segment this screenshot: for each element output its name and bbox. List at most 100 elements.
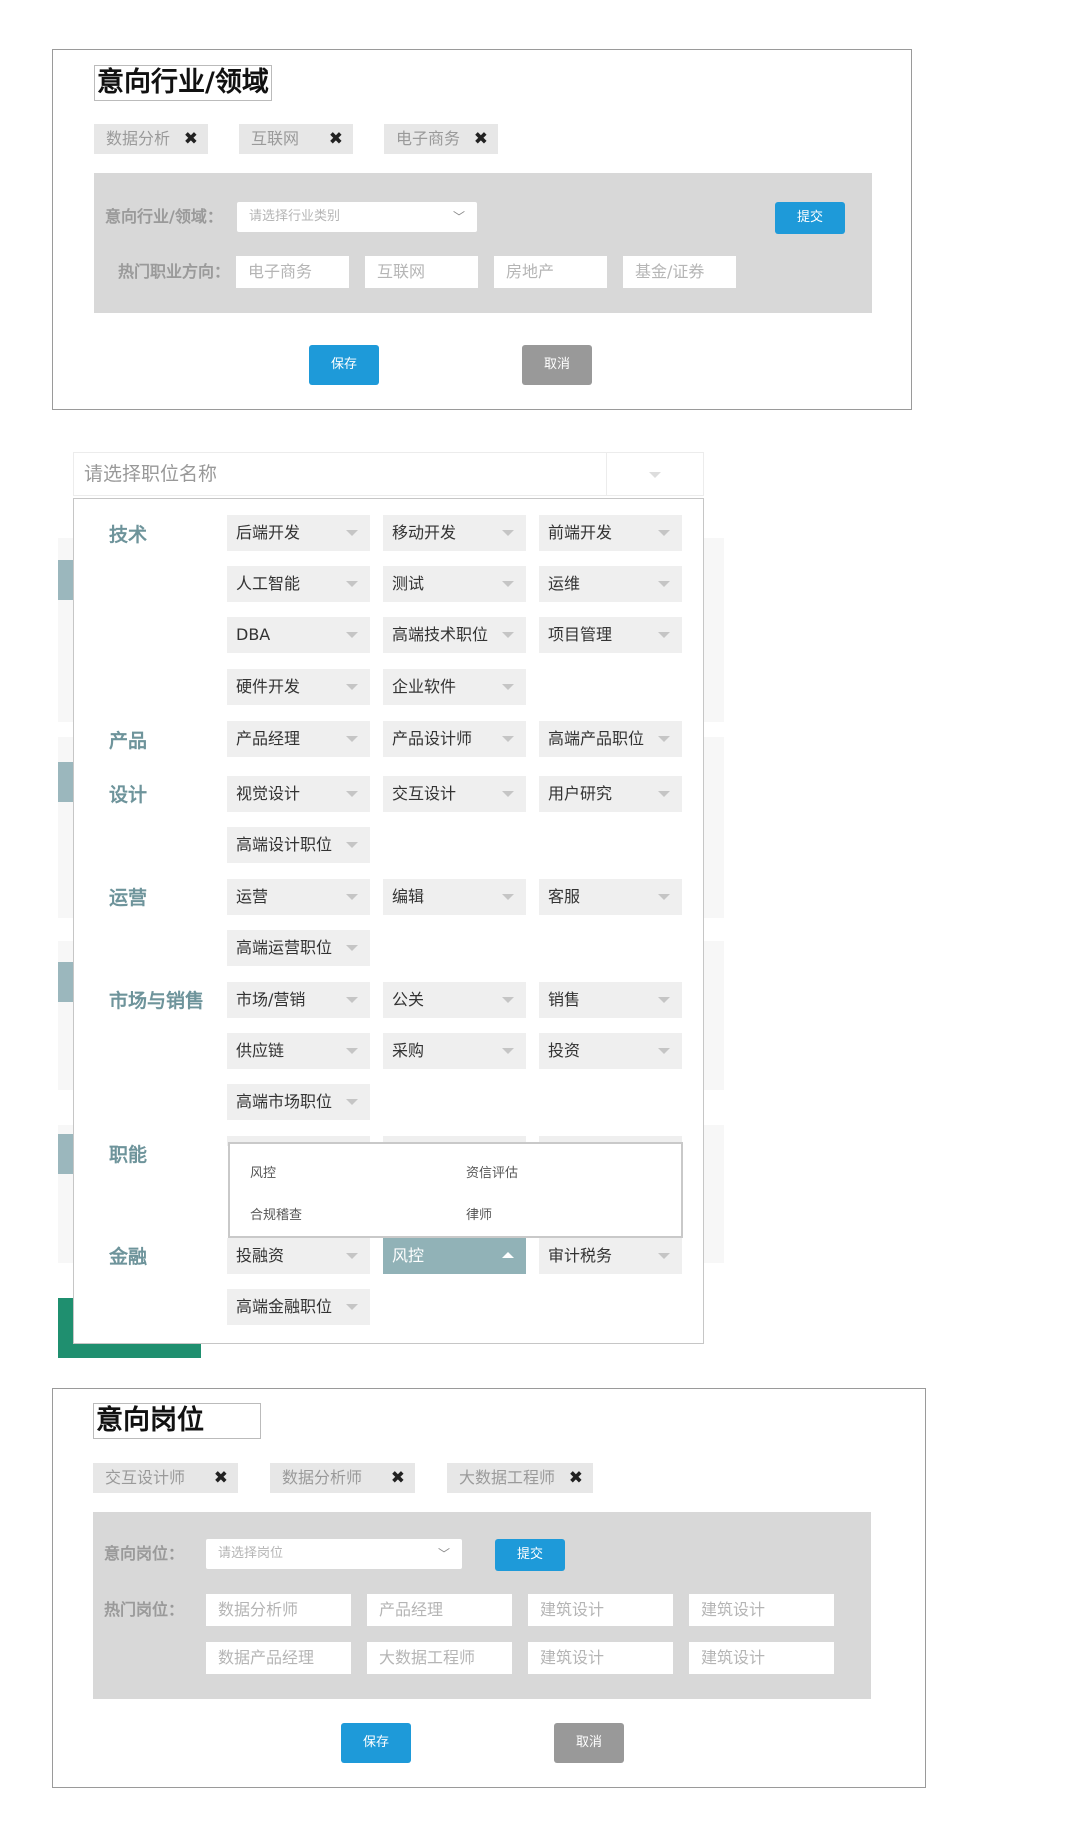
job-item-label: 高端技术职位 (392, 625, 489, 644)
category-finance[interactable]: 金融 (109, 1239, 147, 1275)
submenu-item[interactable]: 律师 (466, 1204, 492, 1223)
hot-position-chip[interactable]: 建筑设计 (689, 1642, 834, 1674)
job-item-active[interactable]: 风控 (383, 1238, 526, 1274)
category-tech[interactable]: 技术 (109, 517, 147, 553)
caret-down-icon (502, 581, 514, 587)
job-item[interactable]: 编辑 (383, 879, 526, 915)
industry-tag: 互联网 ✖ (239, 124, 353, 154)
job-item[interactable]: 前端开发 (539, 515, 682, 551)
remove-tag-icon[interactable]: ✖ (474, 124, 488, 154)
job-name-select[interactable]: 请选择职位名称 (73, 452, 704, 496)
remove-tag-icon[interactable]: ✖ (569, 1463, 583, 1493)
job-item[interactable]: 产品设计师 (383, 721, 526, 757)
job-item[interactable]: 项目管理 (539, 617, 682, 653)
caret-down-icon (346, 1253, 358, 1259)
job-item-label: 运营 (236, 887, 269, 906)
job-item-label: 高端产品职位 (548, 729, 645, 748)
caret-down-icon (346, 1304, 358, 1310)
job-item[interactable]: 移动开发 (383, 515, 526, 551)
job-item-label: 公关 (392, 990, 425, 1009)
hot-position-chip[interactable]: 数据产品经理 (206, 1642, 351, 1674)
submenu-item[interactable]: 合规稽查 (250, 1204, 302, 1223)
job-item-label: 项目管理 (548, 625, 613, 644)
industry-select[interactable]: 请选择行业类别 ﹀ (237, 202, 477, 232)
job-item[interactable]: 供应链 (227, 1033, 370, 1069)
industry-save-button[interactable]: 保存 (309, 345, 379, 385)
hot-position-chip[interactable]: 产品经理 (367, 1594, 512, 1626)
job-item[interactable]: 高端技术职位 (383, 617, 526, 653)
caret-down-icon (502, 894, 514, 900)
category-operations[interactable]: 运营 (109, 880, 147, 916)
job-item-label: 硬件开发 (236, 677, 301, 696)
job-item-label: 高端设计职位 (236, 835, 333, 854)
industry-submit-button[interactable]: 提交 (775, 202, 845, 234)
submenu-item[interactable]: 风控 (250, 1162, 276, 1181)
tag-label: 大数据工程师 (459, 1468, 556, 1487)
job-item[interactable]: 高端市场职位 (227, 1084, 370, 1120)
category-design[interactable]: 设计 (109, 777, 147, 813)
job-item[interactable]: 产品经理 (227, 721, 370, 757)
job-item[interactable]: 运营 (227, 879, 370, 915)
position-tag: 数据分析师 ✖ (270, 1463, 415, 1493)
job-item[interactable]: 审计税务 (539, 1238, 682, 1274)
hot-position-chip[interactable]: 建筑设计 (528, 1642, 673, 1674)
job-item[interactable]: 运维 (539, 566, 682, 602)
job-item[interactable]: 高端产品职位 (539, 721, 682, 757)
industry-hot-label: 热门职业方向： (118, 262, 231, 281)
industry-cancel-button[interactable]: 取消 (522, 345, 592, 385)
position-cancel-button[interactable]: 取消 (554, 1723, 624, 1763)
tag-label: 交互设计师 (105, 1468, 186, 1487)
job-item[interactable]: 客服 (539, 879, 682, 915)
position-select[interactable]: 请选择岗位 ﹀ (206, 1539, 462, 1569)
hot-industry-chip[interactable]: 电子商务 (236, 256, 349, 288)
caret-down-icon (346, 894, 358, 900)
submenu-item[interactable]: 资信评估 (466, 1162, 518, 1181)
position-save-button[interactable]: 保存 (341, 1723, 411, 1763)
job-item[interactable]: 销售 (539, 982, 682, 1018)
caret-down-icon (346, 530, 358, 536)
job-item-label: 企业软件 (392, 677, 457, 696)
job-item[interactable]: 高端金融职位 (227, 1289, 370, 1325)
remove-tag-icon[interactable]: ✖ (184, 124, 198, 154)
job-item[interactable]: 测试 (383, 566, 526, 602)
job-item[interactable]: 用户研究 (539, 776, 682, 812)
hot-position-chip[interactable]: 建筑设计 (689, 1594, 834, 1626)
job-item-label: 产品设计师 (392, 729, 473, 748)
category-product[interactable]: 产品 (109, 723, 147, 759)
industry-tag: 电子商务 ✖ (384, 124, 498, 154)
job-name-placeholder: 请选择职位名称 (84, 463, 218, 485)
position-submit-button[interactable]: 提交 (495, 1539, 565, 1571)
job-item[interactable]: 投融资 (227, 1238, 370, 1274)
hot-position-chip[interactable]: 建筑设计 (528, 1594, 673, 1626)
caret-down-icon (502, 736, 514, 742)
job-item[interactable]: 硬件开发 (227, 669, 370, 705)
job-item[interactable]: 人工智能 (227, 566, 370, 602)
remove-tag-icon[interactable]: ✖ (391, 1463, 405, 1493)
job-item[interactable]: 视觉设计 (227, 776, 370, 812)
job-item[interactable]: 投资 (539, 1033, 682, 1069)
category-marketing-sales[interactable]: 市场与销售 (109, 983, 204, 1019)
job-item[interactable]: 市场/营销 (227, 982, 370, 1018)
job-item-label: 高端市场职位 (236, 1092, 333, 1111)
dropdown-toggle[interactable] (606, 453, 703, 495)
hot-industry-chip[interactable]: 基金/证券 (623, 256, 736, 288)
job-item[interactable]: DBA (227, 617, 370, 653)
hot-position-chip[interactable]: 数据分析师 (206, 1594, 351, 1626)
hot-position-chip[interactable]: 大数据工程师 (367, 1642, 512, 1674)
job-item[interactable]: 公关 (383, 982, 526, 1018)
job-item[interactable]: 高端运营职位 (227, 930, 370, 966)
hot-industry-chip[interactable]: 互联网 (365, 256, 478, 288)
job-item[interactable]: 后端开发 (227, 515, 370, 551)
caret-down-icon (658, 581, 670, 587)
job-item[interactable]: 高端设计职位 (227, 827, 370, 863)
position-select-placeholder: 请选择岗位 (218, 1546, 284, 1561)
job-item-label: 市场/营销 (236, 990, 306, 1009)
hot-industry-chip[interactable]: 房地产 (494, 256, 607, 288)
remove-tag-icon[interactable]: ✖ (214, 1463, 228, 1493)
job-item-label: 用户研究 (548, 784, 613, 803)
remove-tag-icon[interactable]: ✖ (329, 124, 343, 154)
job-item[interactable]: 交互设计 (383, 776, 526, 812)
job-item[interactable]: 企业软件 (383, 669, 526, 705)
job-item[interactable]: 采购 (383, 1033, 526, 1069)
category-functions[interactable]: 职能 (109, 1137, 147, 1173)
